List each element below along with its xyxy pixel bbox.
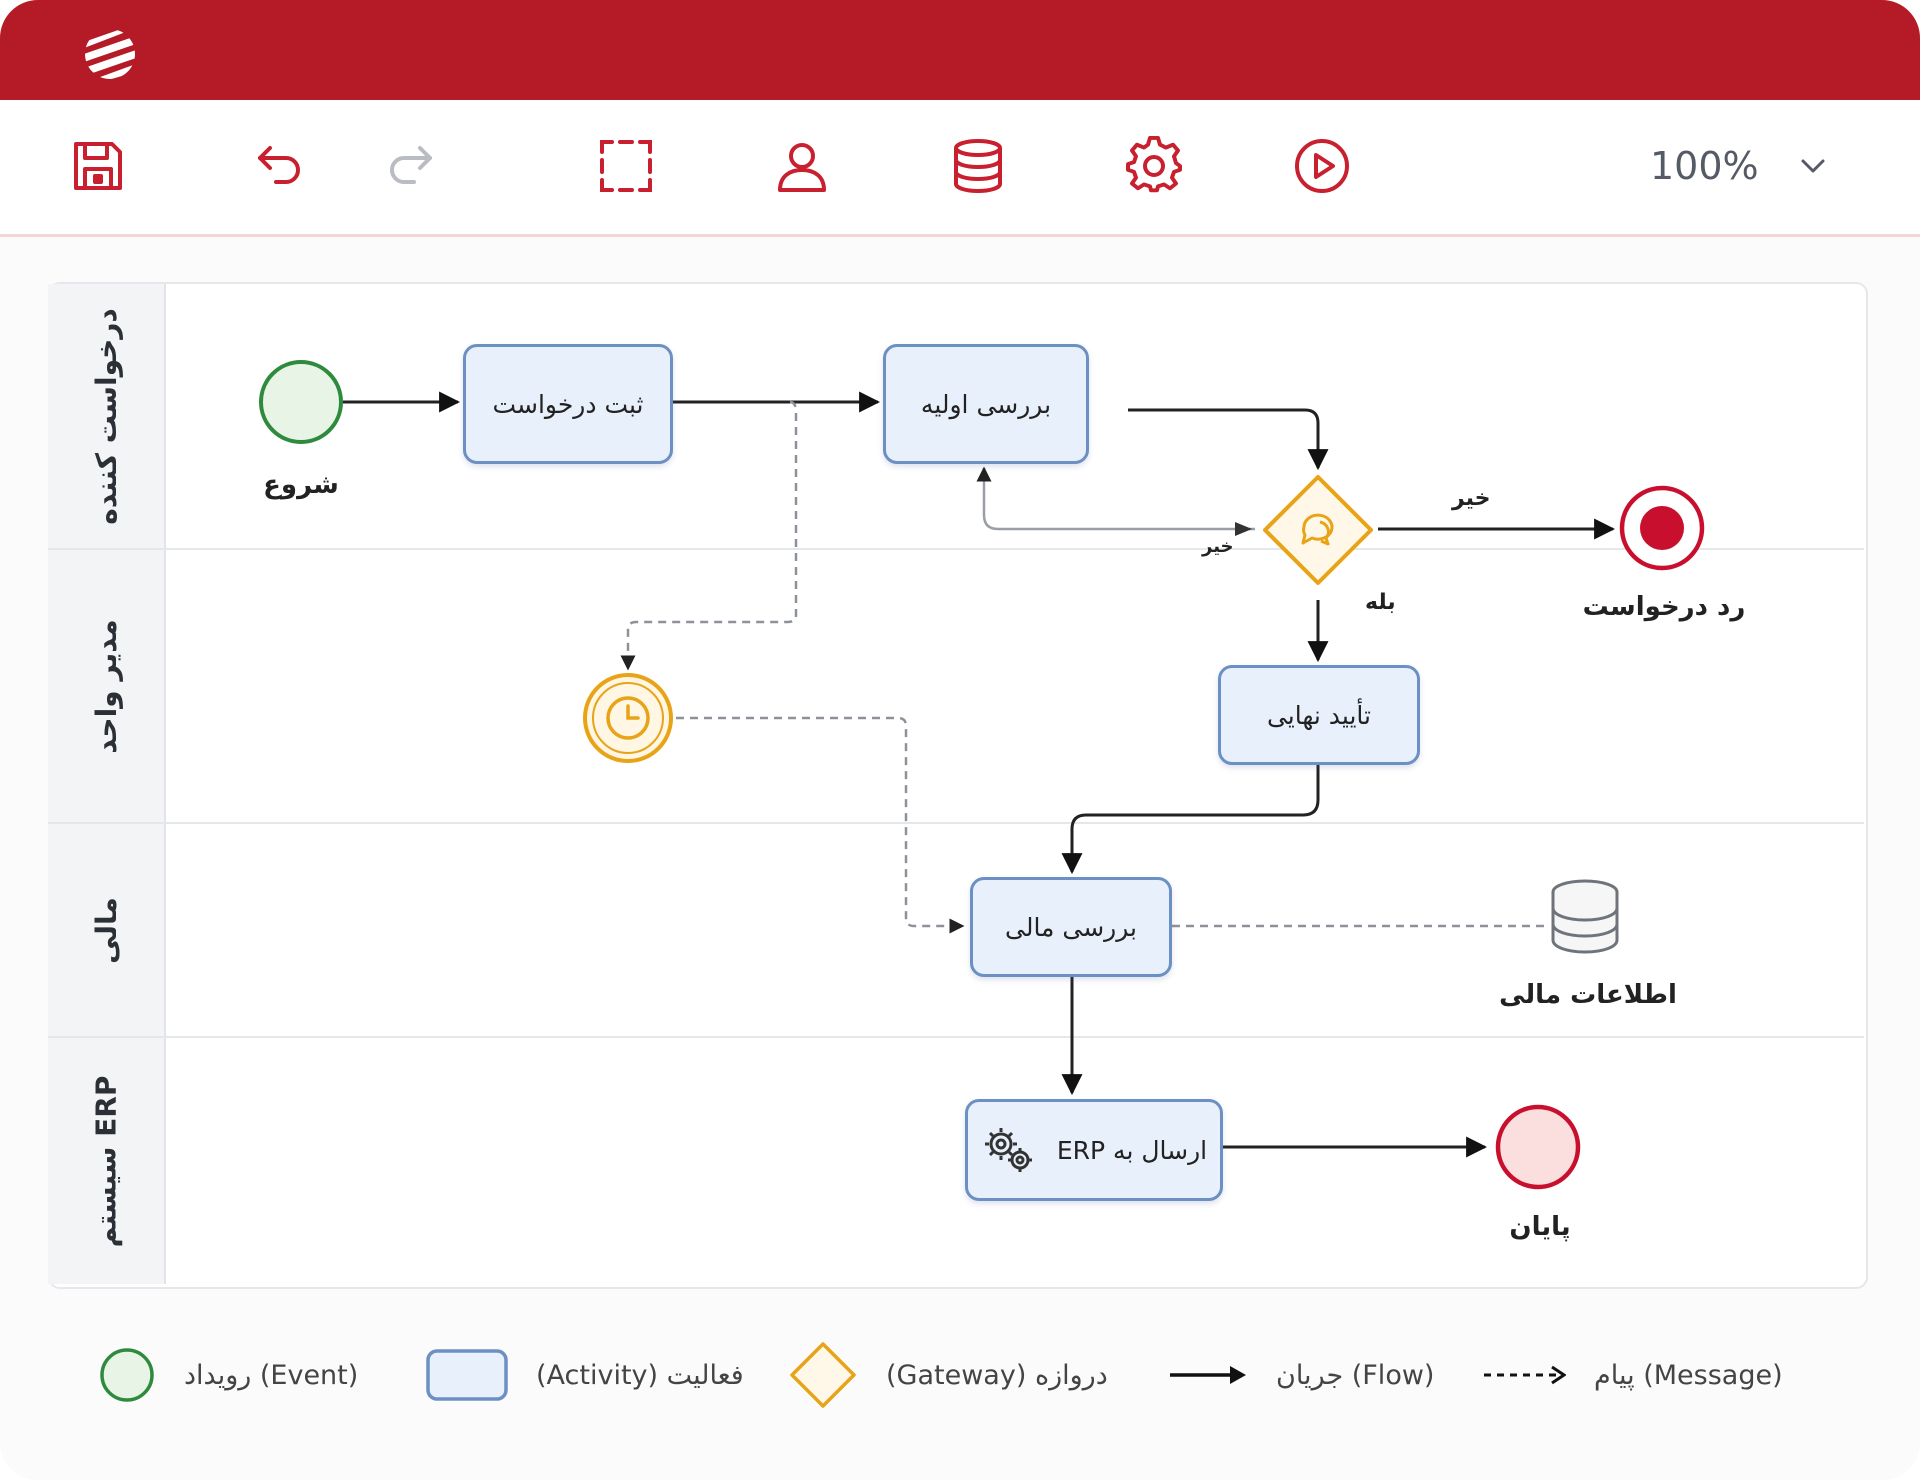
activity-legend-icon [426, 1349, 508, 1401]
edge-label-no: خیر [1452, 486, 1491, 511]
flow-return-arrowhead [1235, 522, 1252, 536]
task-label: ثبت درخواست [492, 389, 644, 419]
end-event[interactable] [1495, 1104, 1581, 1190]
flow-gateway-return-to-review [976, 466, 1255, 531]
message-timer-to-finance [676, 716, 965, 934]
database-icon[interactable] [1551, 879, 1619, 954]
data-store-label: اطلاعات مالی [1499, 980, 1677, 1010]
flow-approval-to-finance [1061, 762, 1320, 875]
legend-message-text: (Message) پیام [1594, 1359, 1783, 1391]
task-label: ارسال به ERP [1056, 1135, 1208, 1165]
flow-legend-icon [1170, 1366, 1246, 1384]
legend-flow: (Flow) جریان [1168, 1340, 1434, 1410]
legend-event: (Event) رویداد [98, 1340, 358, 1410]
flow-review-to-gateway [1128, 408, 1329, 471]
task-register-request[interactable]: ثبت درخواست [463, 344, 673, 464]
task-send-to-erp[interactable]: ارسال به ERP [965, 1099, 1223, 1201]
task-initial-review[interactable]: بررسی اولیه [883, 344, 1089, 464]
gateway-legend-icon [790, 1342, 856, 1408]
start-event-label: شروع [263, 470, 339, 500]
edge-label-yes: بله [1365, 590, 1396, 615]
timer-event[interactable] [583, 673, 673, 763]
legend-flow-text: (Flow) جریان [1276, 1359, 1435, 1391]
reject-event-label: رد درخواست [1582, 592, 1746, 622]
exclusive-gateway[interactable] [1263, 475, 1373, 585]
task-label: تأیید نهایی [1266, 700, 1372, 730]
legend-activity-text: فعالیت (Activity) [536, 1359, 744, 1391]
gears-icon [984, 1128, 1032, 1172]
task-label: بررسی مالی [1004, 912, 1138, 942]
task-financial-review[interactable]: بررسی مالی [970, 877, 1172, 977]
event-legend-icon [100, 1348, 154, 1402]
legend-gateway-text: دروازه (Gateway) [886, 1359, 1108, 1391]
edge-label-return: خیر [1202, 536, 1234, 557]
task-label: بررسی اولیه [920, 389, 1052, 419]
end-event-label: پایان [1509, 1212, 1571, 1242]
start-event[interactable] [259, 360, 343, 444]
connectors-layer [259, 360, 1705, 1190]
legend-event-text: (Event) رویداد [184, 1359, 359, 1391]
message-legend-icon [1484, 1365, 1566, 1385]
legend-gateway: دروازه (Gateway) [788, 1340, 1108, 1410]
app-window: 100% درخواست کننده مدیر واحد مالی سیستم … [0, 0, 1920, 1480]
legend-activity: فعالیت (Activity) [426, 1340, 744, 1410]
reject-end-event[interactable] [1619, 485, 1705, 571]
task-final-approval[interactable]: تأیید نهایی [1218, 665, 1420, 765]
legend-message: (Message) پیام [1482, 1340, 1783, 1410]
